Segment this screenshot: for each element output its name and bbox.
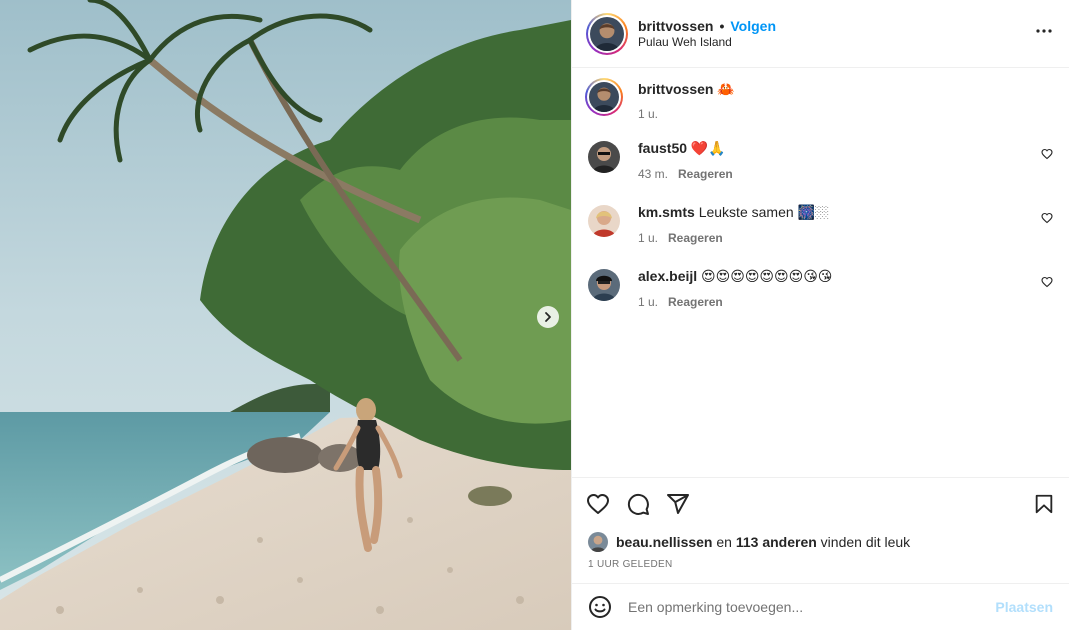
more-options-button[interactable] [1035,22,1053,43]
chevron-right-icon [545,312,551,322]
likes-summary: beau.nellissen en 113 anderen vinden dit… [588,532,910,552]
avatar [589,82,619,112]
comment-username[interactable]: faust50 [638,140,687,156]
beach-photo [0,0,571,630]
author-username[interactable]: brittvossen [638,18,713,34]
comment-text: 😍😍😍😍😍😍😍😘😘 [701,268,833,284]
comment-like-button[interactable] [1041,147,1053,163]
separator-dot: • [719,17,725,34]
comment-row: faust50 ❤️🙏 43 m. Reageren [588,139,1053,181]
comment-time[interactable]: 43 m. [638,167,668,181]
comment-time[interactable]: 1 u. [638,295,658,309]
avatar[interactable] [588,532,608,552]
comment-text: Leukste samen 🎆🏼 [698,204,829,220]
action-bar [572,477,1069,529]
avatar[interactable] [588,141,620,173]
like-button[interactable] [586,492,610,516]
heart-icon [1041,148,1053,160]
smiley-icon [589,596,611,618]
add-comment-bar: Plaatsen [572,583,1069,630]
follow-button[interactable]: Volgen [730,18,776,34]
post-details-panel: brittvossen • Volgen Pulau Weh Island br… [571,0,1069,630]
likes-suffix: vinden dit leuk [816,534,911,550]
heart-icon [1041,212,1053,224]
post-timestamp[interactable]: 1 uur geleden [588,559,672,570]
story-ring[interactable] [586,12,628,55]
likes-conj: en [712,534,736,550]
avatar[interactable] [588,205,620,237]
avatar [590,16,624,51]
heart-icon [587,493,609,514]
likes-count[interactable]: 113 anderen [736,534,817,550]
caption-time[interactable]: 1 u. [638,107,658,121]
comment-username[interactable]: km.smts [638,204,695,220]
comment-row: alex.beijl 😍😍😍😍😍😍😍😘😘 1 u. Reageren [588,267,1053,309]
comment-button[interactable] [626,492,650,516]
comments-list: brittvossen 🦀 1 u. faust50 ❤️🙏 43 m. Reag… [572,68,1069,476]
reply-button[interactable]: Reageren [668,295,723,309]
caption-text: 🦀 [717,81,735,97]
comment-input[interactable] [628,599,996,615]
bookmark-icon [1035,494,1053,513]
post-comment-button[interactable]: Plaatsen [995,599,1053,615]
reply-button[interactable]: Reageren [668,231,723,245]
more-horizontal-icon [1036,29,1052,33]
post-modal: brittvossen • Volgen Pulau Weh Island br… [0,0,1069,630]
comment-like-button[interactable] [1041,275,1053,291]
story-ring[interactable] [585,78,623,116]
comment-time[interactable]: 1 u. [638,231,658,245]
comment-username[interactable]: alex.beijl [638,268,697,284]
post-photo [0,0,571,630]
location-link[interactable]: Pulau Weh Island [638,35,776,51]
avatar[interactable] [588,269,620,301]
carousel-next-button[interactable] [537,306,559,328]
reply-button[interactable]: Reageren [678,167,733,181]
comment-text: ❤️🙏 [690,140,726,156]
comment-like-button[interactable] [1041,211,1053,227]
caption-username[interactable]: brittvossen [638,81,713,97]
share-button[interactable] [666,492,690,516]
liker-username[interactable]: beau.nellissen [616,534,712,550]
comment-row: km.smts Leukste samen 🎆🏼 1 u. Reageren [588,203,1053,245]
comment-icon [627,493,649,515]
emoji-button[interactable] [588,595,612,619]
heart-icon [1041,276,1053,288]
save-button[interactable] [1033,493,1055,515]
caption: brittvossen 🦀 1 u. [585,78,1053,121]
post-header: brittvossen • Volgen Pulau Weh Island [572,0,1069,68]
share-icon [667,493,689,514]
